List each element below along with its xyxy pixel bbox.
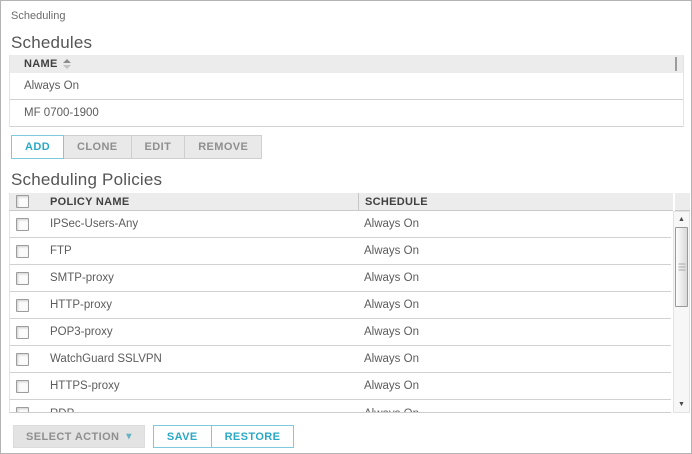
schedules-title: Schedules	[11, 33, 691, 52]
row-checkbox[interactable]	[16, 380, 29, 393]
select-all-checkbox[interactable]	[16, 195, 29, 208]
row-checkbox[interactable]	[16, 299, 29, 312]
scroll-down-icon[interactable]: ▼	[674, 398, 689, 411]
footer-toolbar: SELECT ACTION ▾ SAVE RESTORE	[13, 425, 691, 448]
remove-button[interactable]: REMOVE	[184, 135, 262, 159]
policy-name: POP3-proxy	[42, 319, 358, 345]
policy-schedule: Always On	[358, 346, 671, 372]
schedule-column-header: SCHEDULE	[358, 193, 673, 210]
row-checkbox[interactable]	[16, 326, 29, 339]
schedules-toolbar: ADD CLONE EDIT REMOVE	[11, 135, 691, 159]
policies-title: Scheduling Policies	[11, 170, 691, 189]
sort-asc-icon[interactable]	[63, 59, 71, 69]
policy-schedule: Always On	[358, 373, 671, 399]
breadcrumb: Scheduling	[1, 1, 691, 22]
policy-name: WatchGuard SSLVPN	[42, 346, 358, 372]
policy-name: HTTPS-proxy	[42, 373, 358, 399]
policy-row: WatchGuard SSLVPN Always On	[10, 346, 671, 373]
policy-row: RDP Always On	[10, 400, 671, 413]
policy-row: SMTP-proxy Always On	[10, 265, 671, 292]
policy-schedule: Always On	[358, 265, 671, 291]
policy-name: FTP	[42, 238, 358, 264]
schedule-row[interactable]: Always On	[10, 73, 683, 100]
edit-button[interactable]: EDIT	[131, 135, 186, 159]
schedule-row[interactable]: MF 0700-1900	[10, 100, 683, 127]
policy-name-column-header: POLICY NAME	[42, 196, 358, 208]
select-action-button[interactable]: SELECT ACTION ▾	[13, 425, 145, 448]
policy-schedule: Always On	[358, 400, 671, 413]
policy-schedule: Always On	[358, 238, 671, 264]
policy-row: HTTP-proxy Always On	[10, 292, 671, 319]
add-button[interactable]: ADD	[11, 135, 64, 159]
schedule-name: Always On	[24, 80, 79, 92]
policy-schedule: Always On	[358, 319, 671, 345]
policies-header: POLICY NAME SCHEDULE	[9, 193, 690, 211]
policy-name: SMTP-proxy	[42, 265, 358, 291]
scrollbar-thumb[interactable]	[675, 227, 688, 307]
scrollbar-header-cap	[675, 193, 690, 211]
scroll-up-icon[interactable]: ▲	[674, 213, 689, 226]
policy-schedule: Always On	[358, 211, 671, 237]
policy-row: FTP Always On	[10, 238, 671, 265]
row-checkbox[interactable]	[16, 353, 29, 366]
policy-name: IPSec-Users-Any	[42, 211, 358, 237]
clone-button[interactable]: CLONE	[63, 135, 132, 159]
row-checkbox[interactable]	[16, 407, 29, 413]
policy-row: POP3-proxy Always On	[10, 319, 671, 346]
restore-button[interactable]: RESTORE	[211, 425, 295, 448]
policies-viewport: IPSec-Users-Any Always On FTP Always On …	[9, 211, 671, 413]
policies-table: POLICY NAME SCHEDULE IPSec-Users-Any Alw…	[9, 193, 690, 413]
policy-name: HTTP-proxy	[42, 292, 358, 318]
policies-body: IPSec-Users-Any Always On FTP Always On …	[9, 211, 690, 413]
vertical-scrollbar[interactable]: ▲ ▼	[673, 211, 690, 413]
name-column-label: NAME	[24, 58, 58, 70]
policy-schedule: Always On	[358, 292, 671, 318]
schedules-table: NAME Always On MF 0700-1900	[9, 55, 684, 127]
select-action-label: SELECT ACTION	[26, 431, 119, 443]
save-button[interactable]: SAVE	[153, 425, 212, 448]
row-checkbox[interactable]	[16, 218, 29, 231]
row-checkbox[interactable]	[16, 245, 29, 258]
caret-down-icon: ▾	[126, 432, 131, 442]
schedule-name: MF 0700-1900	[24, 107, 99, 119]
row-checkbox[interactable]	[16, 272, 29, 285]
scheduling-page: Scheduling Schedules NAME Always On MF 0…	[0, 0, 692, 454]
policy-name: RDP	[42, 400, 358, 413]
policy-row: IPSec-Users-Any Always On	[10, 211, 671, 238]
policy-row: HTTPS-proxy Always On	[10, 373, 671, 400]
thumb-grip-icon	[678, 264, 685, 271]
schedules-name-header[interactable]: NAME	[10, 55, 683, 73]
column-resize-grip[interactable]	[675, 57, 677, 71]
